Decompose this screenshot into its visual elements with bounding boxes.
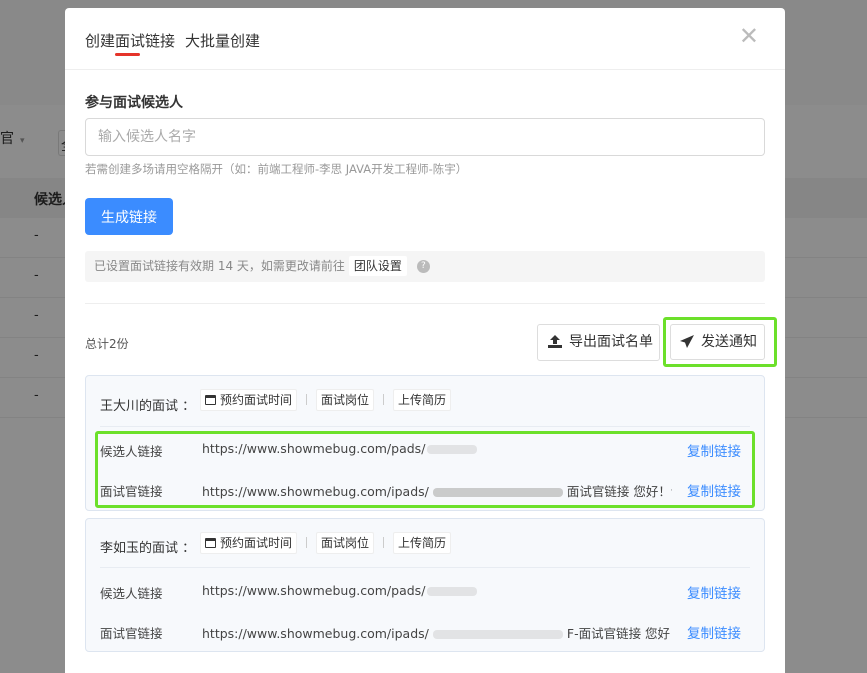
export-list-button[interactable]: 导出面试名单 [537, 324, 660, 361]
interviewer-link-url: https://www.showmebug.com/ipads/面试官链接 您好… [202, 481, 672, 500]
url-text: https://www.showmebug.com/pads/ [202, 583, 426, 598]
copy-interviewer-link[interactable]: 复制链接 [687, 480, 741, 500]
interview-card: 王大川的面试 ： 预约面试时间 面试岗位 上传简历 候选人链接 https://… [85, 375, 765, 511]
divider [85, 303, 765, 304]
interview-title: 王大川的面试 ： [100, 399, 196, 414]
send-icon [680, 335, 694, 348]
url-suffix: F-面试官链接 您好！请复... [566, 626, 672, 641]
interviewer-link-url: https://www.showmebug.com/ipads/F-面试官链接 … [202, 623, 672, 642]
total-count: 总计2份 [85, 337, 129, 351]
separator [306, 394, 307, 405]
schedule-time-chip[interactable]: 预约面试时间 [200, 389, 298, 411]
interview-card: 李如玉的面试 ： 预约面试时间 面试岗位 上传简历 候选人链接 https://… [85, 518, 765, 652]
tab-create-link[interactable]: 创建面试链接 [85, 30, 175, 51]
close-icon[interactable]: ✕ [739, 24, 759, 48]
candidate-link-url: https://www.showmebug.com/pads/ [202, 583, 672, 598]
chip-label: 预约面试时间 [220, 536, 293, 550]
card-divider [100, 426, 750, 427]
send-notification-button[interactable]: 发送通知 [670, 324, 765, 360]
candidate-link-label: 候选人链接 [100, 444, 163, 459]
copy-candidate-link[interactable]: 复制链接 [687, 582, 741, 602]
candidate-link-url: https://www.showmebug.com/pads/ [202, 441, 672, 456]
modal-header: 创建面试链接 大批量创建 ✕ [65, 8, 785, 70]
upload-resume-chip[interactable]: 上传简历 [393, 389, 452, 411]
help-icon[interactable]: ? [416, 260, 430, 273]
active-tab-indicator [115, 53, 140, 56]
candidate-link-label: 候选人链接 [100, 586, 163, 601]
calendar-icon [205, 538, 216, 548]
candidate-name-input[interactable] [85, 118, 765, 156]
separator [383, 394, 384, 405]
redacted-blur [427, 587, 478, 596]
interviewer-link-label: 面试官链接 [100, 484, 163, 499]
position-chip[interactable]: 面试岗位 [316, 389, 375, 411]
position-chip[interactable]: 面试岗位 [316, 532, 375, 554]
create-interview-modal: 创建面试链接 大批量创建 ✕ 参与面试候选人 若需创建多场请用空格隔开（如：前端… [65, 8, 785, 673]
send-notification-label: 发送通知 [701, 334, 757, 350]
redacted-blur [432, 488, 563, 497]
card-divider [100, 567, 750, 568]
url-text: https://www.showmebug.com/ipads/ [202, 484, 429, 499]
validity-info-text: 已设置面试链接有效期 14 天，如需更改请前往 [94, 259, 345, 273]
url-text: https://www.showmebug.com/pads/ [202, 441, 426, 456]
calendar-icon [205, 395, 216, 405]
schedule-time-chip[interactable]: 预约面试时间 [200, 532, 298, 554]
interview-title: 李如玉的面试 ： [100, 541, 196, 556]
separator [306, 537, 307, 548]
url-suffix: 面试官链接 您好！请复... [566, 484, 672, 499]
interviewer-link-label: 面试官链接 [100, 626, 163, 641]
candidates-label: 参与面试候选人 [85, 95, 183, 111]
separator [383, 537, 384, 548]
export-list-label: 导出面试名单 [569, 334, 653, 350]
upload-resume-chip[interactable]: 上传简历 [393, 532, 452, 554]
upload-icon [548, 335, 562, 348]
copy-candidate-link[interactable]: 复制链接 [687, 440, 741, 460]
chip-label: 预约面试时间 [220, 393, 293, 407]
generate-link-button[interactable]: 生成链接 [85, 198, 173, 235]
send-notification-highlight[interactable]: 发送通知 [663, 317, 777, 367]
redacted-blur [427, 445, 478, 454]
input-hint: 若需创建多场请用空格隔开（如：前端工程师-李思 JAVA开发工程师-陈宇） [85, 162, 468, 176]
redacted-blur [432, 630, 563, 639]
validity-info-bar: 已设置面试链接有效期 14 天，如需更改请前往 团队设置? [85, 251, 765, 282]
url-text: https://www.showmebug.com/ipads/ [202, 626, 429, 641]
copy-interviewer-link[interactable]: 复制链接 [687, 622, 741, 642]
team-settings-link[interactable]: 团队设置 [348, 256, 407, 276]
tab-batch-create[interactable]: 大批量创建 [185, 30, 260, 51]
